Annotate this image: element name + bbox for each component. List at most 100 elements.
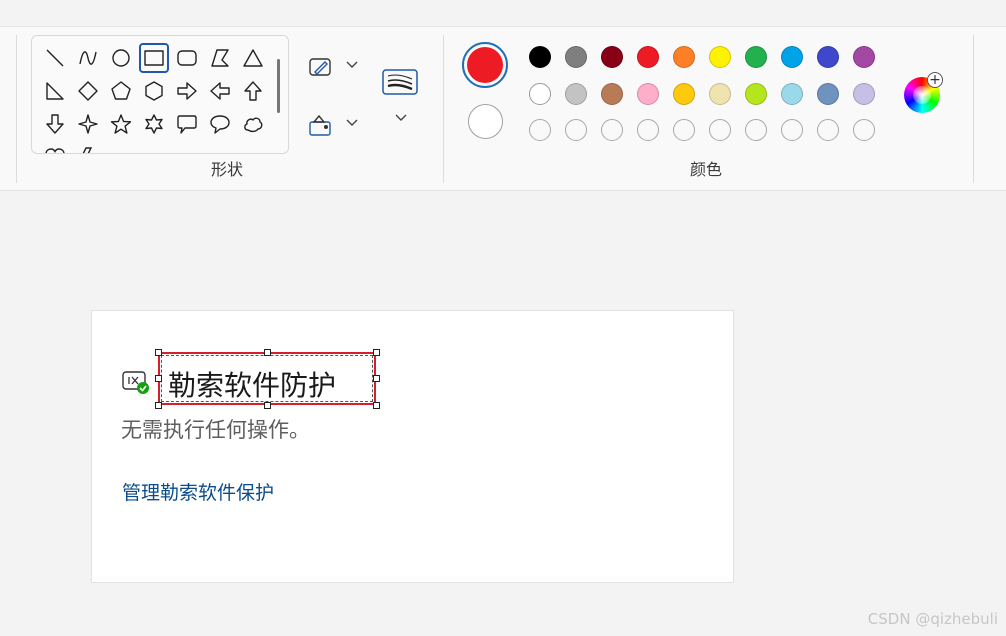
shape-curve[interactable] [73, 43, 103, 73]
resize-handle-bottom[interactable] [264, 402, 271, 409]
color2-selector[interactable] [468, 104, 503, 139]
palette-color-swatch[interactable] [529, 83, 551, 105]
palette-color-swatch[interactable] [709, 83, 731, 105]
palette-color-swatch[interactable] [637, 83, 659, 105]
shape-polygon[interactable] [205, 43, 235, 73]
palette-color-swatch[interactable] [601, 46, 623, 68]
up-arrow-icon [244, 81, 262, 101]
shape-hexagon[interactable] [139, 76, 169, 106]
curve-icon [79, 51, 97, 65]
palette-color-swatch[interactable] [673, 83, 695, 105]
color1-selector[interactable] [462, 42, 508, 88]
ribbon-divider [16, 35, 17, 183]
ransomware-protection-icon [122, 370, 149, 394]
resize-handle-top-left[interactable] [155, 349, 162, 356]
palette-color-swatch[interactable] [601, 83, 623, 105]
fill-dropdown[interactable] [342, 113, 362, 133]
rounded-rectangle-icon [177, 50, 197, 66]
shape-lightning[interactable] [73, 142, 103, 153]
resize-handle-left[interactable] [155, 375, 162, 382]
outline-dropdown[interactable] [342, 55, 362, 75]
canvas-subtitle: 无需执行任何操作。 [121, 418, 310, 442]
custom-color-slot[interactable] [673, 119, 695, 141]
edit-colors-button[interactable]: + [904, 72, 943, 113]
heart-icon [45, 148, 65, 153]
four-point-star-icon [78, 114, 98, 134]
palette-color-swatch[interactable] [853, 46, 875, 68]
shape-left-arrow[interactable] [205, 76, 235, 106]
palette-color-swatch[interactable] [565, 46, 587, 68]
shape-rect-callout[interactable] [172, 109, 202, 139]
selected-rectangle-shape[interactable] [158, 352, 376, 405]
shape-four-point-star[interactable] [73, 109, 103, 139]
resize-handle-top[interactable] [264, 349, 271, 356]
shape-six-point-star[interactable] [139, 109, 169, 139]
palette-color-swatch[interactable] [781, 46, 803, 68]
shape-diamond[interactable] [73, 76, 103, 106]
shape-rectangle[interactable] [139, 43, 169, 73]
triangle-icon [243, 49, 263, 67]
shape-down-arrow[interactable] [40, 109, 70, 139]
outline-button[interactable] [305, 53, 335, 81]
size-button[interactable] [380, 65, 420, 99]
lightning-icon [82, 147, 93, 153]
custom-color-slot[interactable] [637, 119, 659, 141]
shape-right-arrow[interactable] [172, 76, 202, 106]
size-dropdown[interactable] [391, 109, 411, 127]
shape-up-arrow[interactable] [238, 76, 268, 106]
resize-handle-right[interactable] [373, 375, 380, 382]
palette-color-swatch[interactable] [817, 83, 839, 105]
palette-color-swatch[interactable] [817, 46, 839, 68]
watermark: CSDN @qizhebuli [867, 610, 998, 628]
shape-cloud-callout[interactable] [238, 109, 268, 139]
drawing-canvas[interactable] [91, 310, 734, 583]
plus-icon: + [927, 72, 943, 88]
title-strip [0, 0, 1006, 27]
custom-color-slot[interactable] [853, 119, 875, 141]
color1-swatch [467, 47, 503, 83]
diamond-icon [78, 81, 98, 101]
hexagon-icon [145, 81, 163, 101]
shape-five-point-star[interactable] [106, 109, 136, 139]
chevron-down-icon [395, 114, 407, 121]
resize-handle-bottom-right[interactable] [373, 402, 380, 409]
palette-color-swatch[interactable] [853, 83, 875, 105]
custom-color-slot[interactable] [817, 119, 839, 141]
shape-right-triangle[interactable] [40, 76, 70, 106]
manage-ransomware-link[interactable]: 管理勒索软件保护 [122, 478, 274, 505]
resize-handle-top-right[interactable] [373, 349, 380, 356]
colors-group-label: 颜色 [690, 160, 723, 179]
shapes-scrollbar[interactable] [277, 59, 280, 113]
fill-button[interactable] [305, 111, 335, 139]
palette-color-swatch[interactable] [565, 83, 587, 105]
shape-triangle[interactable] [238, 43, 268, 73]
shapes-group-label: 形状 [211, 160, 244, 179]
palette-color-swatch[interactable] [781, 83, 803, 105]
custom-color-slot[interactable] [745, 119, 767, 141]
custom-color-slot[interactable] [565, 119, 587, 141]
custom-color-slot[interactable] [781, 119, 803, 141]
shape-rounded-rectangle[interactable] [172, 43, 202, 73]
custom-color-slot[interactable] [601, 119, 623, 141]
shapes-gallery [31, 35, 289, 154]
palette-color-swatch[interactable] [745, 83, 767, 105]
polygon-icon [211, 49, 229, 67]
palette-color-swatch[interactable] [637, 46, 659, 68]
shape-oval[interactable] [106, 43, 136, 73]
color-wheel-center [913, 86, 931, 104]
pentagon-icon [111, 81, 131, 100]
palette-color-swatch[interactable] [709, 46, 731, 68]
palette-color-swatch[interactable] [673, 46, 695, 68]
palette-color-swatch[interactable] [745, 46, 767, 68]
chevron-down-icon [346, 119, 358, 126]
custom-color-slot[interactable] [709, 119, 731, 141]
shape-oval-callout[interactable] [205, 109, 235, 139]
right-arrow-icon [177, 82, 197, 100]
shape-heart[interactable] [40, 142, 70, 153]
resize-handle-bottom-left[interactable] [155, 402, 162, 409]
shape-pentagon[interactable] [106, 76, 136, 106]
fill-bucket-icon [309, 114, 331, 136]
custom-color-slot[interactable] [529, 119, 551, 141]
shape-line[interactable] [40, 43, 70, 73]
palette-color-swatch[interactable] [529, 46, 551, 68]
